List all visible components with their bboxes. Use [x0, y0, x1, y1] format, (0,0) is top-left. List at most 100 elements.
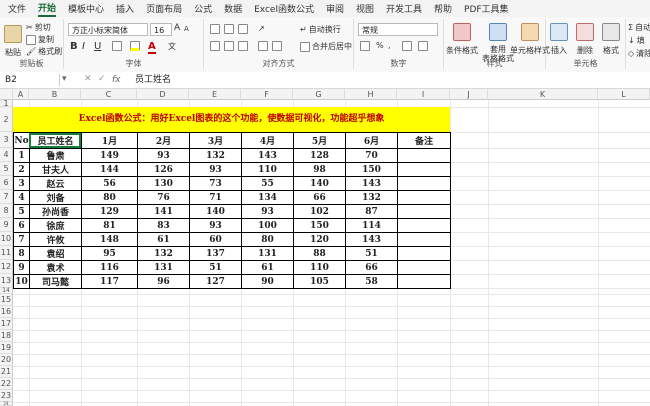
merge-center-button[interactable]: 合并后居中: [300, 41, 352, 52]
autosum-button[interactable]: Σ 自动: [628, 22, 650, 33]
table-cell[interactable]: [397, 148, 451, 163]
table-cell[interactable]: 66: [345, 260, 398, 275]
table-cell[interactable]: 110: [241, 162, 294, 177]
table-cell[interactable]: 131: [241, 246, 294, 261]
clear-button[interactable]: ◇ 清除: [628, 48, 650, 59]
header-cell-jan[interactable]: 1月: [81, 132, 138, 149]
table-cell[interactable]: 143: [345, 232, 398, 247]
format-painter-button[interactable]: 🖌 格式刷: [26, 46, 62, 57]
cancel-icon[interactable]: ✕: [84, 74, 92, 84]
table-cell[interactable]: 51: [345, 246, 398, 261]
format-cells-button[interactable]: 格式: [602, 23, 620, 56]
table-cell[interactable]: 117: [81, 274, 138, 289]
table-cell[interactable]: 9: [13, 260, 30, 275]
decrease-indent-button[interactable]: [258, 41, 268, 51]
align-left-button[interactable]: [210, 41, 220, 51]
wrap-text-button[interactable]: ↵ 自动换行: [300, 24, 341, 35]
insert-cells-button[interactable]: 插入: [550, 23, 568, 56]
table-cell[interactable]: 140: [293, 176, 346, 191]
table-cell[interactable]: 141: [137, 204, 190, 219]
column-header-h[interactable]: H: [345, 89, 397, 100]
table-cell[interactable]: 赵云: [29, 176, 82, 191]
cut-button[interactable]: ✂ 剪切: [26, 22, 51, 33]
table-cell[interactable]: 61: [137, 232, 190, 247]
row-header-4[interactable]: 4: [0, 148, 13, 162]
table-cell[interactable]: 60: [189, 232, 242, 247]
bold-button[interactable]: B: [70, 41, 78, 52]
column-header-l[interactable]: L: [598, 89, 650, 100]
table-cell[interactable]: 3: [13, 176, 30, 191]
column-header-f[interactable]: F: [241, 89, 293, 100]
table-cell[interactable]: 150: [345, 162, 398, 177]
table-cell[interactable]: 88: [293, 246, 346, 261]
row-header-19[interactable]: 19: [0, 342, 13, 354]
table-cell[interactable]: [397, 274, 451, 289]
row-header-21[interactable]: 21: [0, 366, 13, 378]
fill-color-button[interactable]: [130, 41, 140, 51]
table-cell[interactable]: 6: [13, 218, 30, 233]
column-header-c[interactable]: C: [81, 89, 137, 100]
table-cell[interactable]: 149: [81, 148, 138, 163]
table-cell[interactable]: 116: [81, 260, 138, 275]
row-header-22[interactable]: 22: [0, 378, 13, 390]
conditional-format-button[interactable]: 条件格式: [446, 23, 478, 56]
confirm-icon[interactable]: ✓: [98, 74, 106, 84]
comma-button[interactable]: ,: [388, 41, 391, 50]
row-header-1[interactable]: 1: [0, 100, 13, 108]
header-cell-no[interactable]: No: [13, 132, 30, 149]
borders-button[interactable]: [112, 41, 122, 51]
sheet-banner-title[interactable]: Excel函数公式：用好Excel图表的这个功能，使数据可视化，功能超乎想象: [13, 107, 450, 132]
table-cell[interactable]: 66: [293, 190, 346, 205]
table-cell[interactable]: 130: [137, 176, 190, 191]
menu-view[interactable]: 视图: [356, 2, 374, 15]
column-header-b[interactable]: B: [29, 89, 81, 100]
formula-input[interactable]: 员工姓名: [135, 74, 171, 86]
table-cell[interactable]: 5: [13, 204, 30, 219]
row-header-18[interactable]: 18: [0, 330, 13, 342]
table-cell[interactable]: 110: [293, 260, 346, 275]
row-header-10[interactable]: 10: [0, 232, 13, 246]
table-cell[interactable]: 80: [241, 232, 294, 247]
header-cell-may[interactable]: 5月: [293, 132, 346, 149]
table-cell[interactable]: 70: [345, 148, 398, 163]
underline-button[interactable]: U: [94, 41, 101, 52]
table-cell[interactable]: [397, 204, 451, 219]
font-color-button[interactable]: A: [148, 41, 156, 54]
table-cell[interactable]: 孙尚香: [29, 204, 82, 219]
table-cell[interactable]: [397, 190, 451, 205]
row-header-5[interactable]: 5: [0, 162, 13, 176]
table-cell[interactable]: 144: [81, 162, 138, 177]
table-cell[interactable]: 58: [345, 274, 398, 289]
table-cell[interactable]: [397, 162, 451, 177]
column-header-g[interactable]: G: [293, 89, 345, 100]
menu-excel-functions[interactable]: Excel函数公式: [254, 2, 314, 15]
phonetic-button[interactable]: 文: [168, 41, 176, 52]
table-cell[interactable]: 51: [189, 260, 242, 275]
column-header-d[interactable]: D: [137, 89, 189, 100]
table-cell[interactable]: 98: [293, 162, 346, 177]
menu-page-layout[interactable]: 页面布局: [146, 2, 182, 15]
menu-developer[interactable]: 开发工具: [386, 2, 422, 15]
table-cell[interactable]: 93: [189, 162, 242, 177]
paste-button[interactable]: 粘贴: [4, 25, 22, 58]
row-header-9[interactable]: 9: [0, 218, 13, 232]
currency-button[interactable]: [360, 41, 370, 51]
menu-formulas[interactable]: 公式: [194, 2, 212, 15]
table-cell[interactable]: [397, 260, 451, 275]
menu-file[interactable]: 文件: [8, 2, 26, 15]
table-cell[interactable]: [397, 246, 451, 261]
font-size-select[interactable]: 16: [150, 23, 172, 36]
percent-button[interactable]: %: [376, 41, 384, 50]
table-cell[interactable]: 143: [241, 148, 294, 163]
row-header-20[interactable]: 20: [0, 354, 13, 366]
align-bottom-button[interactable]: [238, 24, 248, 34]
menu-data[interactable]: 数据: [224, 2, 242, 15]
table-cell[interactable]: 120: [293, 232, 346, 247]
header-cell-feb[interactable]: 2月: [137, 132, 190, 149]
table-cell[interactable]: 143: [345, 176, 398, 191]
table-cell[interactable]: 鲁肃: [29, 148, 82, 163]
header-cell-jun[interactable]: 6月: [345, 132, 398, 149]
row-header-3[interactable]: 3: [0, 132, 13, 148]
table-cell[interactable]: 1: [13, 148, 30, 163]
table-cell[interactable]: 80: [81, 190, 138, 205]
